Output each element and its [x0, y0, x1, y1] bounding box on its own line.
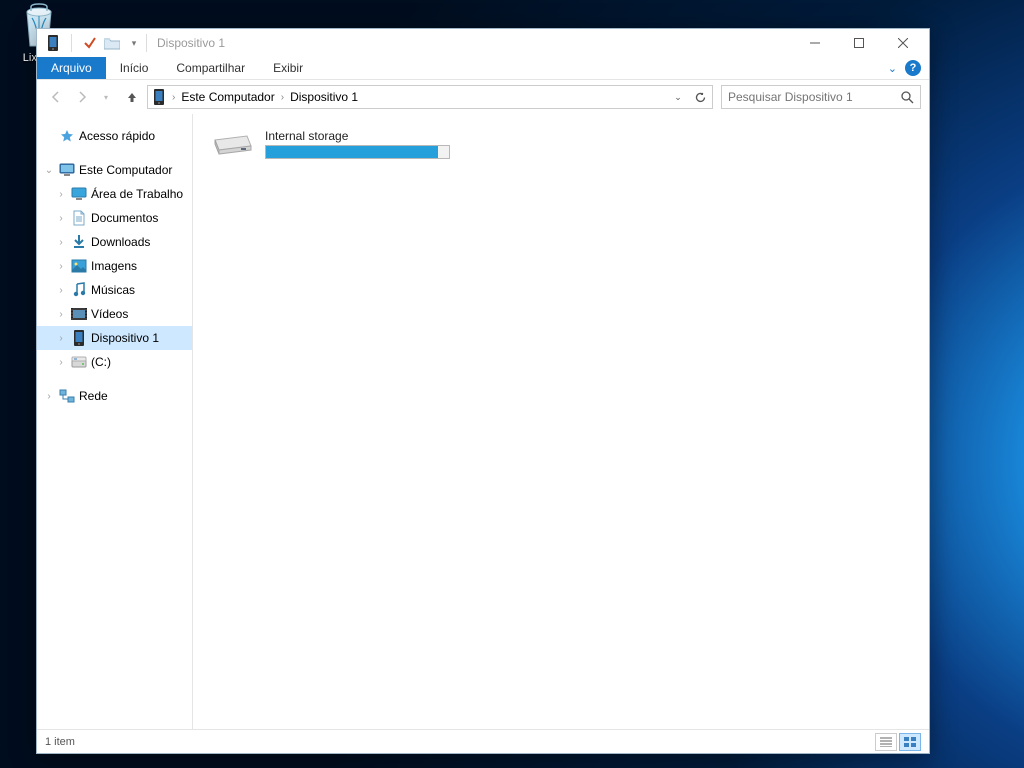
breadcrumb-device-icon[interactable]: [150, 89, 168, 105]
tree-item-desktop[interactable]: › Área de Trabalho: [37, 182, 192, 206]
chevron-right-icon[interactable]: ›: [55, 309, 67, 320]
tree-this-pc[interactable]: ⌄ Este Computador: [37, 158, 192, 182]
breadcrumb-sep-icon[interactable]: ›: [168, 92, 179, 103]
view-details-button[interactable]: [875, 733, 897, 751]
storage-usage-bar: [265, 145, 450, 159]
downloads-icon: [71, 234, 87, 250]
chevron-right-icon[interactable]: ›: [55, 357, 67, 368]
tree-label: Dispositivo 1: [91, 331, 159, 345]
nav-history-dropdown[interactable]: ▾: [95, 86, 117, 108]
status-bar: 1 item: [37, 729, 929, 753]
chevron-right-icon[interactable]: ›: [55, 333, 67, 344]
chevron-right-icon[interactable]: ›: [55, 237, 67, 248]
tree-label: Área de Trabalho: [91, 187, 183, 201]
help-button[interactable]: ?: [905, 60, 921, 76]
tree-item-music[interactable]: › Músicas: [37, 278, 192, 302]
storage-item[interactable]: Internal storage: [209, 126, 469, 162]
qat-properties-icon[interactable]: [82, 35, 98, 51]
drive-icon: [71, 354, 87, 370]
nav-forward-button[interactable]: [71, 86, 93, 108]
qat-customize-icon[interactable]: ▾: [126, 35, 142, 51]
drive-icon: [211, 128, 255, 160]
tree-item-videos[interactable]: › Vídeos: [37, 302, 192, 326]
breadcrumb-sep-icon[interactable]: ›: [277, 92, 288, 103]
videos-icon: [71, 306, 87, 322]
tree-label: Imagens: [91, 259, 137, 273]
computer-icon: [59, 162, 75, 178]
star-icon: [59, 128, 75, 144]
ribbon-expand-icon[interactable]: ⌄: [888, 62, 897, 75]
address-dropdown-button[interactable]: ⌄: [668, 86, 688, 108]
desktop-icon: [71, 186, 87, 202]
documents-icon: [71, 210, 87, 226]
search-box[interactable]: [721, 85, 921, 109]
pictures-icon: [71, 258, 87, 274]
tree-label: Músicas: [91, 283, 135, 297]
tree-label: Rede: [79, 389, 108, 403]
breadcrumb-this-pc[interactable]: Este Computador: [179, 90, 276, 104]
music-icon: [71, 282, 87, 298]
chevron-right-icon[interactable]: ›: [55, 261, 67, 272]
storage-name: Internal storage: [265, 129, 467, 143]
chevron-right-icon[interactable]: ›: [55, 189, 67, 200]
tree-label: (C:): [91, 355, 111, 369]
tree-label: Este Computador: [79, 163, 172, 177]
minimize-button[interactable]: [793, 29, 837, 57]
device-icon: [45, 35, 61, 51]
close-button[interactable]: [881, 29, 925, 57]
chevron-right-icon[interactable]: ›: [55, 285, 67, 296]
content-pane[interactable]: Internal storage: [193, 114, 929, 729]
chevron-right-icon[interactable]: ›: [55, 213, 67, 224]
tree-item-drive[interactable]: › (C:): [37, 350, 192, 374]
address-bar[interactable]: › Este Computador › Dispositivo 1 ⌄: [147, 85, 713, 109]
search-input[interactable]: [728, 90, 901, 104]
search-icon[interactable]: [901, 91, 914, 104]
tree-network[interactable]: › Rede: [37, 384, 192, 408]
chevron-right-icon[interactable]: ›: [43, 391, 55, 402]
ribbon-tab-view[interactable]: Exibir: [259, 57, 317, 79]
ribbon-tab-share[interactable]: Compartilhar: [162, 57, 259, 79]
tree-item-pictures[interactable]: › Imagens: [37, 254, 192, 278]
nav-back-button[interactable]: [45, 86, 67, 108]
explorer-window: ▾ Dispositivo 1 Arquivo Início Compartil…: [36, 28, 930, 754]
nav-up-button[interactable]: [121, 86, 143, 108]
window-title: Dispositivo 1: [157, 36, 225, 50]
view-tiles-button[interactable]: [899, 733, 921, 751]
maximize-button[interactable]: [837, 29, 881, 57]
navigation-tree[interactable]: Acesso rápido ⌄ Este Computador › Área de…: [37, 114, 193, 729]
tree-label: Vídeos: [91, 307, 128, 321]
tree-quick-access[interactable]: Acesso rápido: [37, 124, 192, 148]
breadcrumb-device[interactable]: Dispositivo 1: [288, 90, 360, 104]
tree-item-downloads[interactable]: › Downloads: [37, 230, 192, 254]
status-item-count: 1 item: [45, 736, 75, 748]
chevron-down-icon[interactable]: ⌄: [43, 165, 55, 176]
tree-item-device[interactable]: › Dispositivo 1: [37, 326, 192, 350]
ribbon-tab-file[interactable]: Arquivo: [37, 57, 106, 79]
ribbon: Arquivo Início Compartilhar Exibir ⌄ ?: [37, 57, 929, 80]
tree-label: Acesso rápido: [79, 129, 155, 143]
network-icon: [59, 388, 75, 404]
refresh-button[interactable]: [690, 86, 710, 108]
ribbon-tab-home[interactable]: Início: [106, 57, 163, 79]
tree-label: Downloads: [91, 235, 150, 249]
tree-label: Documentos: [91, 211, 158, 225]
title-bar[interactable]: ▾ Dispositivo 1: [37, 29, 929, 57]
tree-item-documents[interactable]: › Documentos: [37, 206, 192, 230]
device-icon: [71, 330, 87, 346]
qat-newfolder-icon[interactable]: [104, 35, 120, 51]
navigation-bar: ▾ › Este Computador › Dispositivo 1 ⌄: [37, 80, 929, 114]
